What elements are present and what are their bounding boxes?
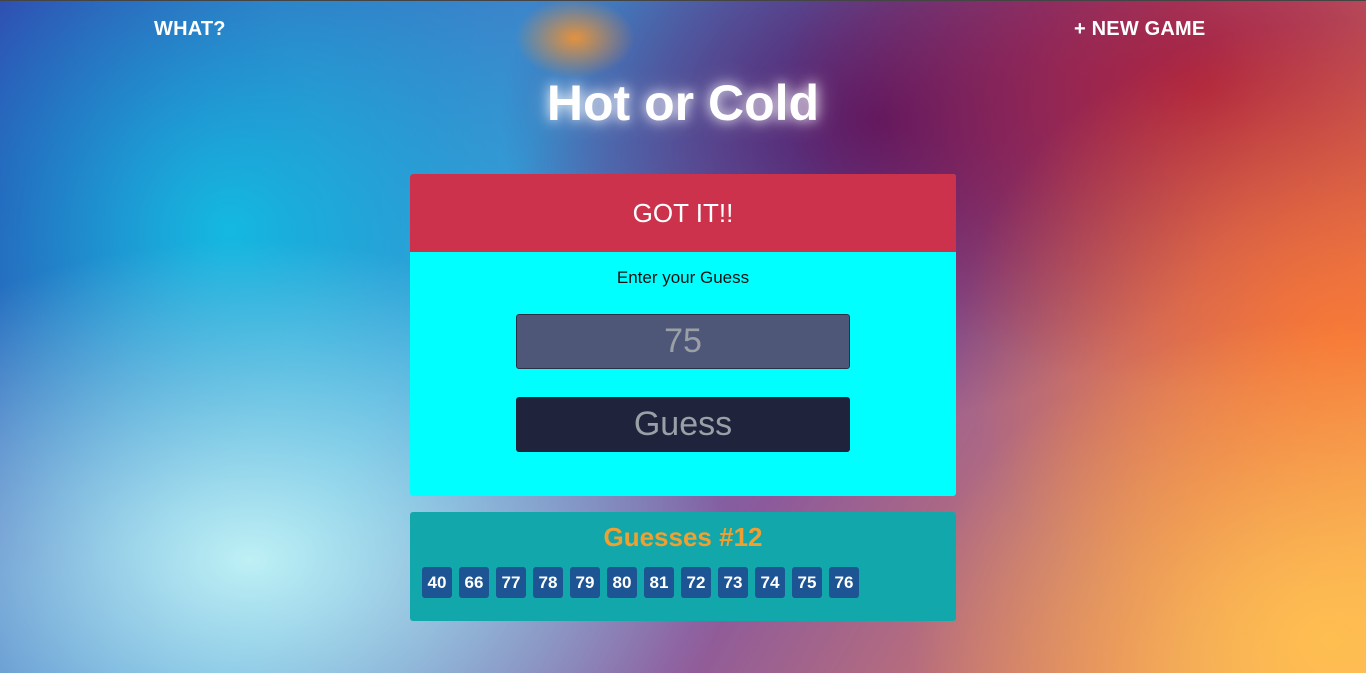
guess-prompt-label: Enter your Guess bbox=[616, 268, 750, 287]
guess-history-list: 40 66 77 78 79 80 81 72 73 74 75 76 bbox=[422, 567, 956, 598]
guess-history-item: 76 bbox=[829, 567, 859, 598]
guess-history-item: 74 bbox=[755, 567, 785, 598]
page-title: Hot or Cold bbox=[546, 75, 820, 131]
guess-history-item: 66 bbox=[459, 567, 489, 598]
guess-history-item: 81 bbox=[644, 567, 674, 598]
game-panel: GOT IT!! Enter your Guess Guess bbox=[410, 174, 956, 496]
guess-history-item: 75 bbox=[792, 567, 822, 598]
guess-history-panel: Guesses #12 40 66 77 78 79 80 81 72 73 7… bbox=[410, 512, 956, 621]
guess-history-item: 79 bbox=[570, 567, 600, 598]
feedback-banner: GOT IT!! bbox=[410, 174, 956, 252]
guess-count-title: Guesses #12 bbox=[603, 522, 763, 552]
guess-history-item: 40 bbox=[422, 567, 452, 598]
what-link[interactable]: WHAT? bbox=[154, 18, 226, 41]
guess-button[interactable]: Guess bbox=[516, 397, 850, 452]
guess-history-item: 80 bbox=[607, 567, 637, 598]
guess-history-item: 78 bbox=[533, 567, 563, 598]
guess-history-item: 73 bbox=[718, 567, 748, 598]
guess-history-item: 77 bbox=[496, 567, 526, 598]
new-game-link[interactable]: + NEW GAME bbox=[1074, 18, 1205, 41]
guess-history-item: 72 bbox=[681, 567, 711, 598]
guess-input[interactable] bbox=[516, 314, 850, 369]
window-top-border bbox=[0, 0, 1366, 1]
